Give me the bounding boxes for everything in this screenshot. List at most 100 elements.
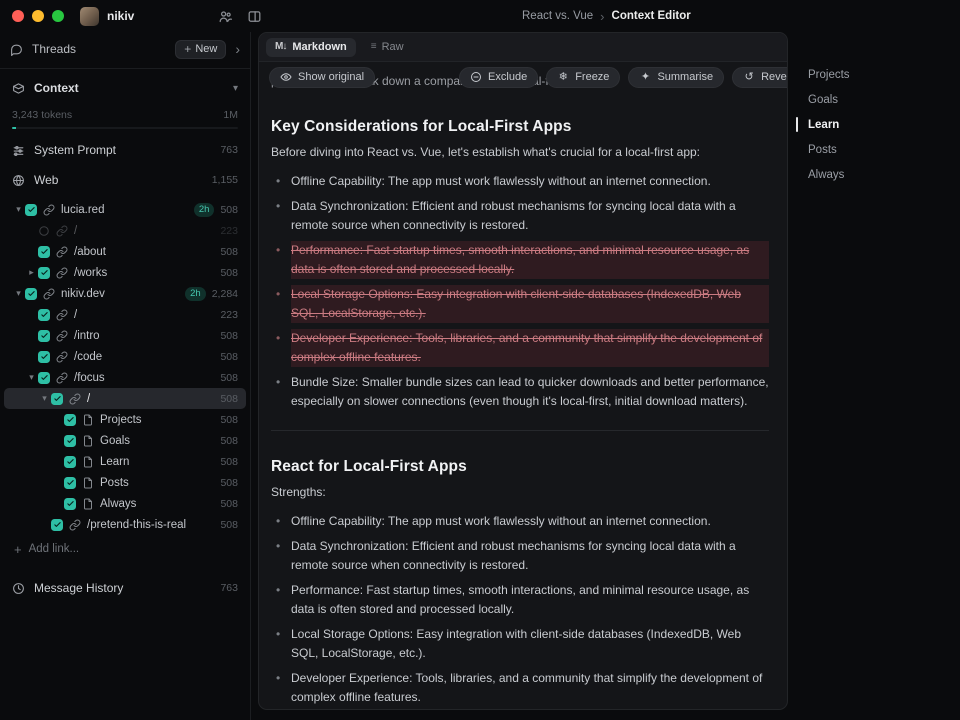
system-prompt-row[interactable]: System Prompt 763: [0, 135, 250, 165]
tree-row-always[interactable]: Always508: [4, 493, 246, 514]
tree-row-intro[interactable]: /intro508: [4, 325, 246, 346]
tree-item-label: /: [87, 393, 90, 405]
minimize-window-button[interactable]: [32, 10, 44, 22]
outline-item-always[interactable]: Always: [808, 162, 850, 187]
checkbox-checked[interactable]: [64, 414, 76, 426]
tab-raw[interactable]: ≡ Raw: [362, 38, 413, 57]
new-thread-button[interactable]: + New: [175, 40, 226, 59]
checkbox-checked[interactable]: [25, 288, 37, 300]
chat-bubble-icon: [10, 43, 23, 56]
outline-item-posts[interactable]: Posts: [808, 137, 850, 162]
breadcrumb-parent[interactable]: React vs. Vue: [522, 10, 593, 22]
checkbox-checked[interactable]: [25, 204, 37, 216]
checkbox-checked[interactable]: [38, 372, 50, 384]
paragraph: Strengths:: [271, 483, 769, 502]
zoom-window-button[interactable]: [52, 10, 64, 22]
token-count: 223: [220, 309, 238, 321]
bullet-item: •Offline Capability: The app must work f…: [271, 512, 769, 531]
add-link-button[interactable]: + Add link...: [0, 537, 250, 561]
checkbox-checked[interactable]: [64, 498, 76, 510]
checkbox-checked[interactable]: [38, 267, 50, 279]
tree-row-nikiv-dev[interactable]: ▾nikiv.dev2h2,284: [4, 283, 246, 304]
chevron-down-icon[interactable]: ▾: [12, 204, 25, 215]
breadcrumb: React vs. Vue › Context Editor: [522, 0, 691, 32]
link-icon: [56, 309, 68, 321]
username: nikiv: [107, 9, 134, 23]
checkbox-checked[interactable]: [64, 456, 76, 468]
tree-row-posts[interactable]: Posts 508: [4, 472, 246, 493]
chevron-right-icon: ›: [600, 10, 604, 23]
snowflake-icon: ❄: [557, 71, 569, 83]
show-original-button[interactable]: Show original: [269, 67, 375, 88]
token-count: 508: [220, 267, 238, 279]
document-icon: [82, 477, 94, 489]
token-count: 508: [220, 435, 238, 447]
message-history-row[interactable]: Message History 763: [0, 573, 250, 603]
tree-row-code[interactable]: /code508: [4, 346, 246, 367]
checkbox-checked[interactable]: [38, 309, 50, 321]
tree-row-root[interactable]: /223: [4, 304, 246, 325]
sidebar-toggle-icon[interactable]: [247, 9, 262, 24]
chevron-down-icon[interactable]: ▾: [38, 393, 51, 404]
circle-icon[interactable]: [38, 225, 50, 237]
tree-row-works[interactable]: ▸ /works 508: [4, 262, 246, 283]
revert-button[interactable]: ↺ Revert: [732, 67, 787, 88]
checkbox-checked[interactable]: [38, 330, 50, 342]
checkbox-checked[interactable]: [38, 246, 50, 258]
chevron-down-icon[interactable]: ▾: [233, 83, 238, 94]
outline-item-projects[interactable]: Projects: [808, 62, 850, 87]
members-icon[interactable]: [218, 9, 233, 24]
bullet-item: •Local Storage Options: Easy integration…: [271, 625, 769, 663]
tree-row-learn[interactable]: Learn508: [4, 451, 246, 472]
outline-item-learn[interactable]: Learn: [808, 112, 850, 137]
chevron-down-icon[interactable]: ▾: [12, 288, 25, 299]
bullet-text: Data Synchronization: Efficient and robu…: [291, 197, 769, 235]
tab-markdown-label: Markdown: [292, 41, 346, 53]
editor-body: Show original Exclude ❄ Freeze ✦ Summari…: [259, 62, 787, 709]
checkbox-checked[interactable]: [51, 519, 63, 531]
paragraph: Before diving into React vs. Vue, let's …: [271, 143, 769, 162]
chevron-right-icon[interactable]: ›: [235, 42, 240, 56]
close-window-button[interactable]: [12, 10, 24, 22]
summarise-button[interactable]: ✦ Summarise: [628, 67, 724, 88]
token-count: 508: [220, 477, 238, 489]
add-link-label: Add link...: [29, 543, 80, 555]
web-count: 1,155: [212, 174, 238, 186]
bullet-list: •Offline Capability: The app must work f…: [271, 512, 769, 709]
section-heading: React for Local-First Apps: [271, 458, 769, 476]
tree-row-lucia-red[interactable]: ▾lucia.red2h508: [4, 199, 246, 220]
user-avatar[interactable]: [80, 7, 99, 26]
message-history-label: Message History: [34, 581, 123, 595]
web-row[interactable]: Web 1,155: [0, 165, 250, 195]
bullet-item-struck: •Local Storage Options: Easy integration…: [271, 285, 769, 323]
tree-row-pretend-this-is-real[interactable]: /pretend-this-is-real508: [4, 514, 246, 535]
tree-item-label: Always: [100, 498, 136, 510]
tree-row-focus[interactable]: ▾/focus508: [4, 367, 246, 388]
checkbox-checked[interactable]: [38, 351, 50, 363]
bullet-dot: •: [276, 625, 291, 663]
tree-row-goals[interactable]: Goals508: [4, 430, 246, 451]
context-header[interactable]: Context ▾: [0, 73, 250, 103]
tree-row-about[interactable]: /about508: [4, 241, 246, 262]
tree-item-label: Posts: [100, 477, 129, 489]
checkbox-checked[interactable]: [64, 477, 76, 489]
summarise-label: Summarise: [657, 71, 713, 83]
link-icon: [56, 330, 68, 342]
exclude-button[interactable]: Exclude: [459, 67, 538, 88]
tree-row-root[interactable]: ▾/508: [4, 388, 246, 409]
threads-row[interactable]: Threads + New ›: [0, 34, 250, 64]
tab-raw-label: Raw: [382, 41, 404, 53]
outline-item-goals[interactable]: Goals: [808, 87, 850, 112]
checkbox-checked[interactable]: [51, 393, 63, 405]
threads-label: Threads: [32, 42, 76, 56]
freeze-button[interactable]: ❄ Freeze: [546, 67, 620, 88]
tree-row-root[interactable]: /223: [4, 220, 246, 241]
tab-markdown[interactable]: M↓ Markdown: [266, 38, 356, 57]
chevron-right-icon[interactable]: ▸: [25, 267, 38, 278]
bullet-text: Performance: Fast startup times, smooth …: [291, 241, 769, 279]
tree-item-label: nikiv.dev: [61, 288, 105, 300]
tree-item-label: /works: [74, 267, 107, 279]
tree-row-projects[interactable]: Projects508: [4, 409, 246, 430]
checkbox-checked[interactable]: [64, 435, 76, 447]
chevron-down-icon[interactable]: ▾: [25, 372, 38, 383]
